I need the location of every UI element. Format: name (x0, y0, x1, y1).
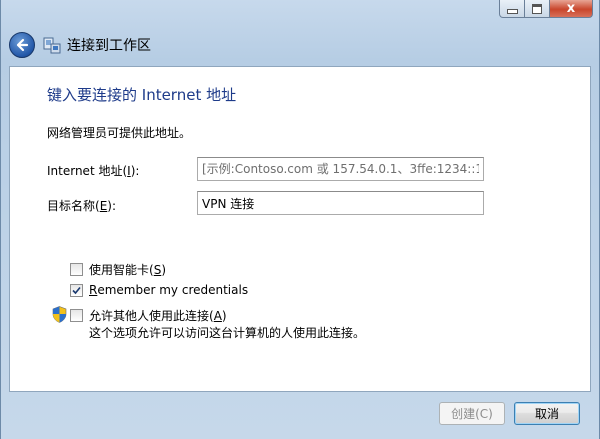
checkbox-label: ) (161, 262, 166, 277)
checkbox-label: ) (221, 308, 227, 323)
access-key: R (89, 283, 98, 297)
destination-name-label: 目标名称(E): (47, 197, 116, 214)
checkbox-label: emember my credentials (97, 283, 249, 297)
allow-others-option[interactable]: 允许其他人使用此连接(A) (70, 307, 227, 324)
label-text: ): (130, 164, 140, 178)
allow-others-checkbox[interactable] (70, 309, 83, 322)
minimize-button[interactable] (499, 0, 525, 18)
close-button[interactable]: x (550, 0, 593, 18)
caption-buttons: x (499, 0, 593, 19)
remember-credentials-option[interactable]: Remember my credentials (70, 283, 248, 297)
wizard-window: x 连接到工作区 键入要连接的 Internet 地址 网络管理员可提供此地址。… (0, 0, 600, 439)
network-connection-icon (43, 36, 61, 54)
back-arrow-icon (16, 38, 29, 52)
wizard-content: 键入要连接的 Internet 地址 网络管理员可提供此地址。 Internet… (9, 66, 591, 392)
close-icon: x (566, 1, 576, 16)
destination-name-input[interactable] (197, 191, 484, 215)
page-description: 网络管理员可提供此地址。 (47, 126, 192, 140)
checkbox-label: 使用智能卡( (89, 263, 154, 277)
maximize-button[interactable] (525, 0, 550, 18)
access-key: A (213, 308, 222, 323)
label-text: 目标名称( (47, 199, 100, 213)
wizard-footer: 创建(C) 取消 (9, 392, 591, 432)
page-heading: 键入要连接的 Internet 地址 (47, 86, 237, 104)
create-button[interactable]: 创建(C) (439, 402, 505, 425)
uac-shield-icon (52, 306, 67, 323)
checkmark-icon (72, 286, 81, 294)
cancel-button[interactable]: 取消 (514, 402, 580, 425)
smart-card-option[interactable]: 使用智能卡(S) (70, 261, 166, 278)
allow-others-description: 这个选项允许可以访问这台计算机的人使用此连接。 (89, 326, 366, 340)
smart-card-checkbox[interactable] (70, 263, 83, 276)
internet-address-input[interactable] (197, 157, 484, 181)
checkbox-label: 允许其他人使用此连接( (89, 309, 214, 323)
internet-address-label: Internet 地址(I): (47, 162, 139, 179)
label-text: ): (107, 199, 117, 213)
maximize-icon (532, 3, 542, 14)
wizard-title: 连接到工作区 (67, 38, 151, 54)
back-button[interactable] (9, 32, 35, 58)
wizard-navigation-bar: 连接到工作区 (9, 26, 591, 64)
label-text: Internet 地址( (47, 164, 128, 178)
minimize-icon (506, 9, 518, 14)
remember-credentials-checkbox[interactable] (70, 283, 83, 297)
access-key: S (153, 262, 162, 277)
